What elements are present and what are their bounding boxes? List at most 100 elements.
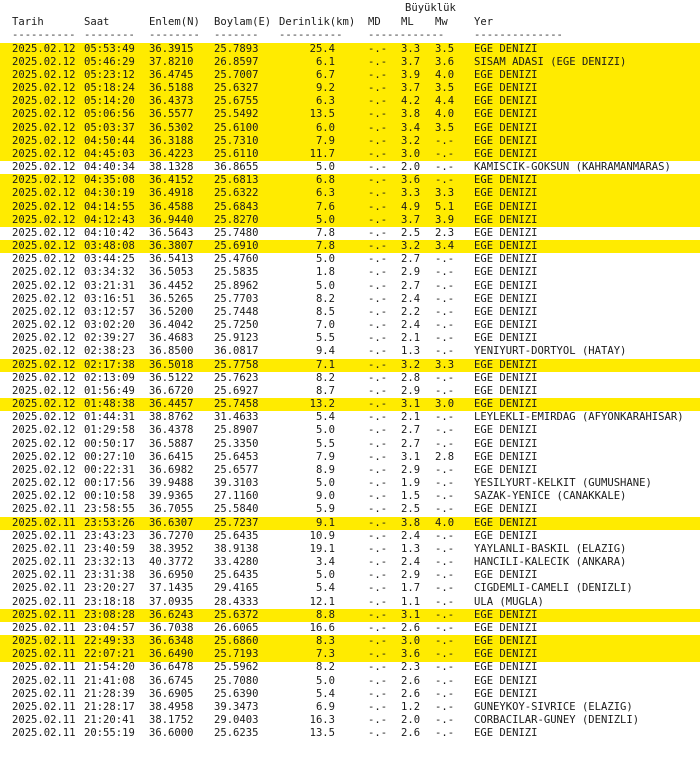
separator-date: ---------- bbox=[12, 29, 76, 41]
cell-ml: 2.6 bbox=[401, 674, 421, 687]
cell-time: 21:54:20 bbox=[84, 661, 135, 674]
cell-depth: 16.3 bbox=[309, 714, 335, 727]
cell-latitude: 38.1752 bbox=[149, 714, 194, 727]
cell-date: 2025.02.12 bbox=[12, 266, 76, 279]
cell-time: 01:48:38 bbox=[84, 398, 135, 411]
cell-ml: 2.2 bbox=[401, 305, 421, 318]
table-row: 2025.02.12 02:13:09 36.5122 25.7623 8.2 -.- 2.… bbox=[0, 372, 700, 385]
table-row: 2025.02.12 02:17:38 36.5018 25.7758 7.1 -.- 3.… bbox=[0, 358, 700, 372]
cell-longitude: 25.6860 bbox=[214, 635, 259, 648]
cell-location: EGE DENIZI bbox=[474, 529, 538, 542]
cell-date: 2025.02.12 bbox=[12, 463, 76, 476]
header-location: Yer bbox=[474, 16, 494, 28]
cell-location: CORBACILAR-GUNEY (DENIZLI) bbox=[474, 714, 640, 727]
cell-longitude: 25.7623 bbox=[214, 371, 259, 384]
cell-date: 2025.02.11 bbox=[12, 529, 76, 542]
cell-longitude: 25.6235 bbox=[214, 727, 259, 740]
cell-md: -.- bbox=[368, 516, 388, 529]
cell-md: -.- bbox=[368, 490, 388, 503]
cell-time: 23:20:27 bbox=[84, 582, 135, 595]
cell-md: -.- bbox=[368, 503, 388, 516]
header-date: Tarih bbox=[12, 16, 44, 28]
cell-location: HANCILI-KALECIK (ANKARA) bbox=[474, 556, 627, 569]
cell-ml: 3.9 bbox=[401, 68, 421, 81]
cell-md: -.- bbox=[368, 384, 388, 397]
cell-time: 05:46:29 bbox=[84, 55, 135, 68]
cell-md: -.- bbox=[368, 68, 388, 81]
cell-location: EGE DENIZI bbox=[474, 174, 538, 187]
column-header-row: Tarih Saat Enlem(N) Boylam(E) Derinlik(k… bbox=[0, 16, 700, 29]
cell-location: KAMISCIK-GOKSUN (KAHRAMANMARAS) bbox=[474, 161, 671, 174]
cell-ml: 2.0 bbox=[401, 714, 421, 727]
table-row: 2025.02.12 03:16:51 36.5265 25.7703 8.2 -.- 2.… bbox=[0, 293, 700, 306]
cell-md: -.- bbox=[368, 213, 388, 226]
table-row: 2025.02.12 05:06:56 36.5577 25.5492 13.5 -.- 3… bbox=[0, 108, 700, 122]
cell-date: 2025.02.12 bbox=[12, 398, 76, 411]
cell-date: 2025.02.11 bbox=[12, 727, 76, 740]
table-row: 2025.02.12 04:35:08 36.4152 25.6813 6.8 -.- 3.… bbox=[0, 174, 700, 188]
separator-latitude: -------- bbox=[149, 29, 200, 41]
cell-mw: -.- bbox=[435, 345, 455, 358]
cell-ml: 2.4 bbox=[401, 556, 421, 569]
cell-time: 23:32:13 bbox=[84, 556, 135, 569]
earthquake-list: Büyüklük Tarih Saat Enlem(N) Boylam(E) D… bbox=[0, 0, 700, 784]
table-row: 2025.02.12 04:40:34 38.1328 36.8655 5.0 -.- 2.… bbox=[0, 161, 700, 174]
cell-depth: 6.1 bbox=[315, 55, 335, 68]
cell-time: 21:28:17 bbox=[84, 701, 135, 713]
separator-location: -------------- bbox=[474, 29, 563, 41]
cell-ml: 3.3 bbox=[401, 42, 421, 55]
cell-longitude: 25.6910 bbox=[214, 240, 259, 253]
cell-md: -.- bbox=[368, 82, 388, 94]
cell-time: 05:23:12 bbox=[84, 68, 135, 81]
cell-date: 2025.02.11 bbox=[12, 674, 76, 687]
cell-time: 00:27:10 bbox=[84, 450, 135, 463]
cell-date: 2025.02.12 bbox=[12, 226, 76, 239]
cell-location: EGE DENIZI bbox=[474, 635, 538, 648]
cell-ml: 2.0 bbox=[401, 161, 421, 174]
table-row: 2025.02.11 21:41:08 36.6745 25.7080 5.0 -.- 2.… bbox=[0, 675, 700, 688]
cell-ml: 3.7 bbox=[401, 55, 421, 68]
cell-latitude: 36.4745 bbox=[149, 68, 194, 81]
cell-ml: 1.1 bbox=[401, 595, 421, 608]
cell-location: EGE DENIZI bbox=[474, 305, 538, 318]
separator-time: -------- bbox=[84, 29, 135, 41]
cell-date: 2025.02.11 bbox=[12, 542, 76, 555]
cell-latitude: 36.3915 bbox=[149, 42, 194, 55]
cell-mw: -.- bbox=[435, 490, 455, 503]
cell-ml: 1.9 bbox=[401, 477, 421, 490]
cell-mw: 4.0 bbox=[435, 516, 455, 529]
table-row: 2025.02.12 03:34:32 36.5053 25.5835 1.8 -.- 2.… bbox=[0, 266, 700, 279]
cell-md: -.- bbox=[368, 621, 388, 634]
cell-date: 2025.02.12 bbox=[12, 279, 76, 292]
cell-md: -.- bbox=[368, 187, 388, 200]
cell-latitude: 36.7055 bbox=[149, 503, 194, 516]
cell-ml: 2.3 bbox=[401, 661, 421, 674]
cell-date: 2025.02.11 bbox=[12, 635, 76, 648]
cell-time: 04:50:44 bbox=[84, 134, 135, 147]
separator-depth: ---------- bbox=[279, 29, 343, 41]
cell-time: 03:48:08 bbox=[84, 240, 135, 253]
cell-mw: 3.6 bbox=[435, 55, 455, 68]
cell-date: 2025.02.11 bbox=[12, 556, 76, 569]
cell-mw: 3.0 bbox=[435, 398, 455, 411]
cell-latitude: 36.5302 bbox=[149, 121, 194, 134]
cell-time: 01:56:49 bbox=[84, 384, 135, 397]
cell-ml: 3.2 bbox=[401, 240, 421, 253]
cell-date: 2025.02.12 bbox=[12, 240, 76, 253]
cell-ml: 1.2 bbox=[401, 701, 421, 713]
cell-location: EGE DENIZI bbox=[474, 319, 538, 332]
cell-date: 2025.02.12 bbox=[12, 108, 76, 121]
cell-depth: 13.5 bbox=[309, 108, 335, 121]
cell-location: EGE DENIZI bbox=[474, 279, 538, 292]
cell-longitude: 26.8597 bbox=[214, 55, 259, 68]
cell-depth: 5.4 bbox=[315, 582, 335, 595]
cell-location: EGE DENIZI bbox=[474, 121, 538, 134]
cell-latitude: 37.8210 bbox=[149, 55, 194, 68]
cell-location: EGE DENIZI bbox=[474, 42, 538, 55]
cell-mw: 5.1 bbox=[435, 200, 455, 213]
cell-md: -.- bbox=[368, 332, 388, 345]
cell-date: 2025.02.11 bbox=[12, 595, 76, 608]
header-latitude: Enlem(N) bbox=[149, 16, 200, 28]
cell-ml: 2.4 bbox=[401, 529, 421, 542]
cell-mw: -.- bbox=[435, 608, 455, 621]
